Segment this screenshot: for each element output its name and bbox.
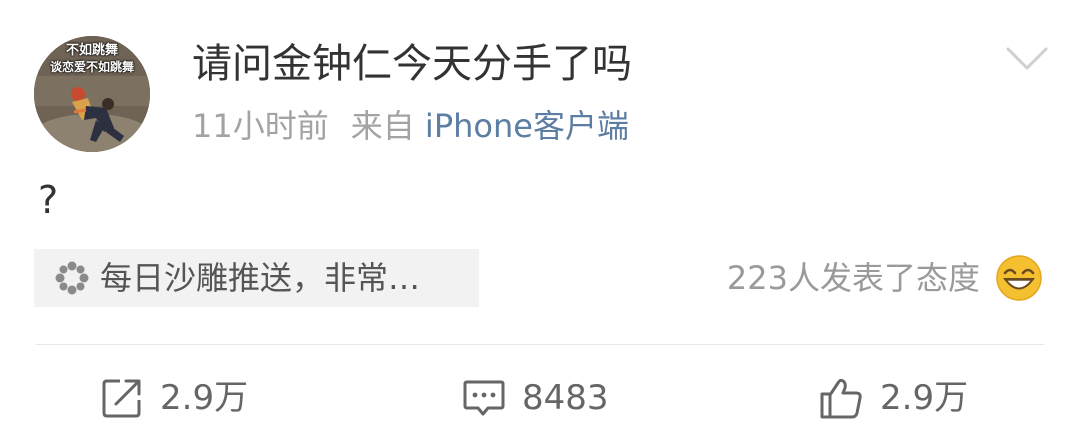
- avatar[interactable]: 不如跳舞 谈恋爱不如跳舞: [34, 36, 150, 152]
- post-title[interactable]: 请问金钟仁今天分手了吗: [192, 36, 632, 92]
- repost-count: 2.9万: [160, 378, 249, 418]
- flower-icon: [55, 261, 89, 295]
- divider: [36, 344, 1044, 345]
- topic-tag-label: 每日沙雕推送，非常…: [100, 259, 421, 297]
- post-meta: 11小时前 来自 iPhone客户端: [192, 104, 629, 148]
- grinning-face-emoji-icon[interactable]: [995, 254, 1043, 302]
- share-icon: [102, 379, 141, 418]
- comment-icon: [463, 380, 505, 416]
- comment-button[interactable]: 8483: [462, 370, 609, 426]
- avatar-caption-line1: 不如跳舞: [65, 43, 118, 58]
- reaction-summary[interactable]: 223人发表了态度: [727, 255, 980, 301]
- avatar-caption-line2: 谈恋爱不如跳舞: [49, 60, 134, 74]
- source-prefix: 来自: [350, 107, 415, 145]
- chevron-down-icon[interactable]: [1005, 45, 1049, 73]
- post-body-text: ?: [38, 178, 59, 222]
- post-time: 11小时前: [192, 107, 329, 145]
- source-app-link[interactable]: iPhone客户端: [425, 107, 629, 145]
- thumbs-up-icon: [820, 378, 862, 419]
- topic-tag-chip[interactable]: 每日沙雕推送，非常…: [34, 249, 479, 307]
- like-count: 2.9万: [880, 378, 969, 418]
- repost-button[interactable]: 2.9万: [100, 370, 248, 426]
- weibo-post-card: 不如跳舞 谈恋爱不如跳舞 请问金钟仁今天分手了吗 11小时前 来自 iPhone客…: [0, 0, 1074, 443]
- comment-count: 8483: [522, 378, 609, 418]
- like-button[interactable]: 2.9万: [818, 370, 968, 426]
